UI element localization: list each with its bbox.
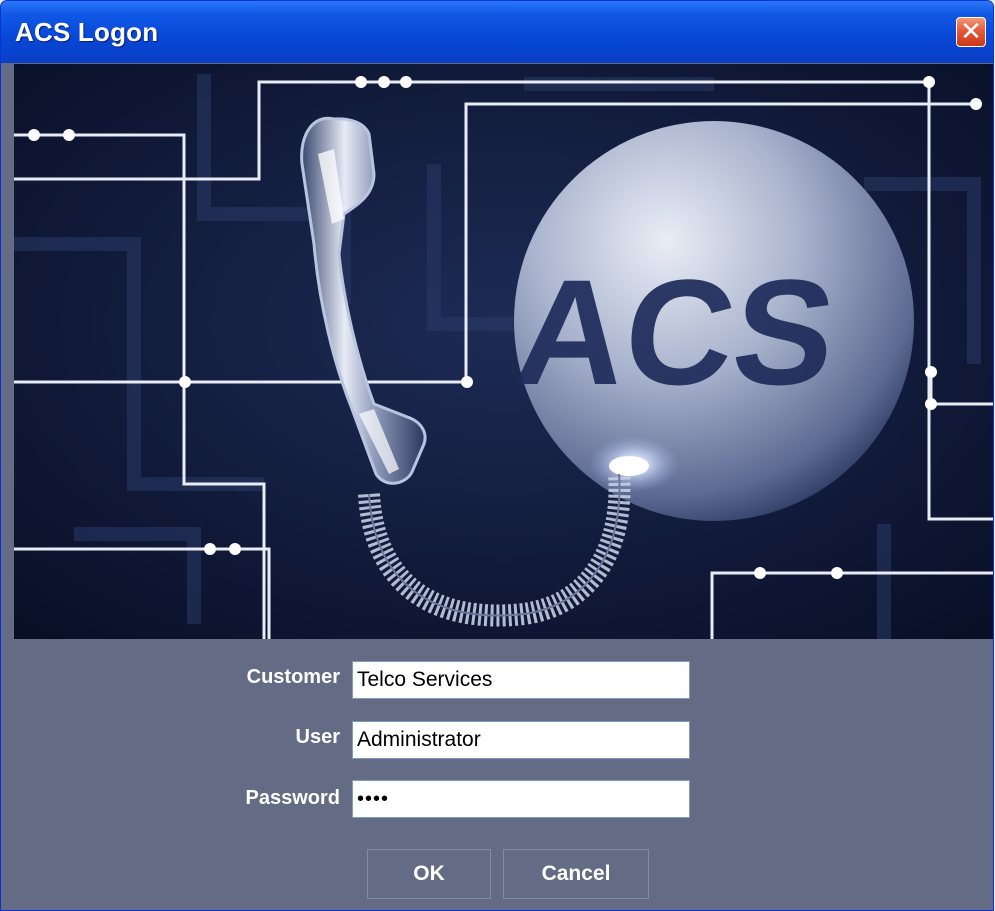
user-label: User	[295, 726, 340, 748]
customer-label: Customer	[246, 666, 340, 688]
user-field[interactable]	[352, 721, 690, 759]
password-field[interactable]: ••••	[352, 780, 690, 818]
close-icon: ✕	[960, 17, 982, 47]
cancel-button[interactable]: Cancel	[503, 849, 649, 899]
title-bar[interactable]: ACS Logon ✕	[1, 1, 993, 63]
window-title: ACS Logon	[15, 17, 159, 47]
close-button[interactable]: ✕	[956, 17, 986, 47]
customer-field[interactable]	[352, 661, 690, 699]
password-label: Password	[245, 787, 340, 809]
logon-window: ACS Logon ✕ ACS Customer Telco Services …	[0, 0, 994, 911]
acs-logo-text: ACS	[509, 248, 843, 416]
acs-banner-image: ACS	[14, 64, 993, 639]
ok-button[interactable]: OK	[367, 849, 491, 899]
logon-form: Customer User Password •••• OK Cancel	[1, 639, 993, 910]
